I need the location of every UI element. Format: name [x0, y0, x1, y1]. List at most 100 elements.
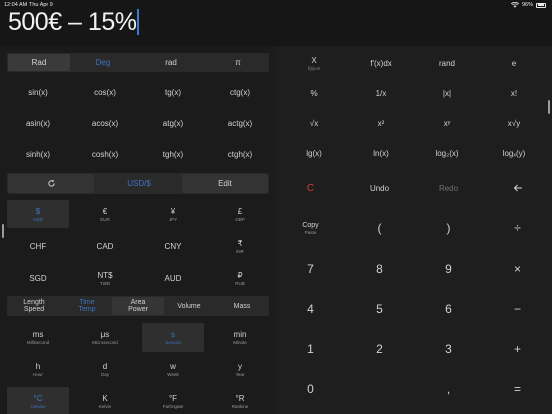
trig-ctgh-x-button[interactable]: ctgh(x) [207, 139, 273, 169]
solve-label: X [311, 55, 317, 65]
currency-aud-button[interactable]: AUD [142, 264, 204, 292]
left-scroll-indicator[interactable] [2, 224, 4, 238]
currency-symbol: AUD [164, 273, 182, 283]
trig-atg-x-button[interactable]: atg(x) [140, 108, 206, 138]
currency-gbp-button[interactable]: £ GBP [209, 200, 271, 228]
edit-button[interactable]: Edit [182, 174, 268, 193]
clear-button[interactable]: C [276, 174, 345, 202]
sci-lg-x-button[interactable]: lg(x) [280, 139, 348, 167]
unit-microsecond-button[interactable]: μs Microsecond [74, 323, 136, 352]
currency-inr-button[interactable]: ₹ INR [209, 232, 271, 260]
trig-actg-x-button[interactable]: actg(x) [207, 108, 273, 138]
digit-5-button[interactable]: 5 [345, 294, 414, 324]
unit-rankine-button[interactable]: °R Rankine [209, 387, 271, 414]
plus-button[interactable]: + [483, 334, 552, 364]
right-scroll-indicator[interactable] [548, 100, 550, 114]
trig-ctg-x-button[interactable]: ctg(x) [207, 77, 273, 107]
integral-button[interactable]: f'(x)dx [347, 49, 415, 77]
unit-second-button[interactable]: s Second [142, 323, 204, 352]
currency-jpy-button[interactable]: ¥ JPY [142, 200, 204, 228]
unit-hour-button[interactable]: h Hour [7, 355, 69, 384]
unit-farhngate-button[interactable]: °F Farhngate [142, 387, 204, 414]
digit-7-button[interactable]: 7 [276, 254, 345, 284]
key-label: 6 [445, 302, 452, 316]
category-volume-tab[interactable]: Volume [163, 297, 215, 315]
unit-year-button[interactable]: y Year [209, 355, 271, 384]
expression-display[interactable]: 500€ – 15% [8, 8, 139, 37]
trig-tgh-x-button[interactable]: tgh(x) [140, 139, 206, 169]
digit-0-button[interactable]: 0 [276, 374, 345, 404]
currency-symbol: $ [35, 206, 41, 216]
trig-cosh-x-button[interactable]: cosh(x) [72, 139, 138, 169]
currency-rub-button[interactable]: ₽ RUB [209, 264, 271, 292]
currency-sgd-button[interactable]: SGD [7, 264, 69, 292]
unit-minute-button[interactable]: min Minute [209, 323, 271, 352]
multiply-button[interactable]: × [483, 254, 552, 284]
category-mass-tab[interactable]: Mass [216, 297, 268, 315]
digit-8-button[interactable]: 8 [345, 254, 414, 284]
pi-button[interactable]: π [207, 54, 269, 71]
close-paren-button[interactable]: ) [414, 214, 483, 242]
digit-9-button[interactable]: 9 [414, 254, 483, 284]
copy-paste-button[interactable]: Copy Paste [276, 214, 345, 242]
trig-tg-x-button[interactable]: tg(x) [140, 77, 206, 107]
euler-e-button[interactable]: e [480, 49, 548, 77]
equals-button[interactable]: = [483, 374, 552, 404]
unit-name: Week [167, 372, 179, 377]
unit-celsius-button[interactable]: °C Celsius [7, 387, 69, 414]
battery-icon [536, 2, 546, 8]
left-panel: Rad Deg rad π sin(x) cos(x) tg(x) ctg(x) asi… [0, 46, 276, 414]
sci-ln-x-button[interactable]: ln(x) [347, 139, 415, 167]
digit-6-button[interactable]: 6 [414, 294, 483, 324]
decimal-comma-button[interactable]: , [414, 374, 483, 404]
sci-x-button[interactable]: x! [480, 79, 548, 107]
currency-chf-button[interactable]: CHF [7, 232, 69, 260]
trig-sinh-x-button[interactable]: sinh(x) [5, 139, 71, 169]
minus-button[interactable]: − [483, 294, 552, 324]
sci-x-button[interactable]: xʸ [413, 109, 481, 137]
digit-3-button[interactable]: 3 [414, 334, 483, 364]
currency-twd-button[interactable]: NT$ TWD [74, 264, 136, 292]
unit-symbol: °C [33, 394, 43, 403]
solve-x-button[interactable]: Xf(x)=0 [280, 49, 348, 77]
redo-button[interactable]: Redo [414, 174, 483, 202]
open-paren-button[interactable]: ( [345, 214, 414, 242]
category-area-tab[interactable]: Area Power [112, 297, 164, 315]
key-label: 2 [376, 342, 383, 356]
category-time-tab[interactable]: Time Temp [61, 297, 113, 315]
currency-cny-button[interactable]: CNY [142, 232, 204, 260]
currency-pair-button[interactable]: USD/$ [96, 174, 182, 193]
unit-millisecond-button[interactable]: ms Millisecond [7, 323, 69, 352]
unit-kelvin-button[interactable]: K Kelvin [74, 387, 136, 414]
unit-day-button[interactable]: d Day [74, 355, 136, 384]
sci-symbol-button[interactable]: % [280, 79, 348, 107]
deg-mode-button[interactable]: Deg [72, 54, 134, 71]
trig-sin-x-button[interactable]: sin(x) [5, 77, 71, 107]
trig-acos-x-button[interactable]: acos(x) [72, 108, 138, 138]
sci-log-x-button[interactable]: log₂(x) [413, 139, 481, 167]
sci-x-button[interactable]: x² [347, 109, 415, 137]
digit-1-button[interactable]: 1 [276, 334, 345, 364]
undo-button[interactable]: Undo [345, 174, 414, 202]
sci-log-y-button[interactable]: logₓ(y) [480, 139, 548, 167]
digit-4-button[interactable]: 4 [276, 294, 345, 324]
digit-2-button[interactable]: 2 [345, 334, 414, 364]
sci-x-button[interactable]: |x| [413, 79, 481, 107]
refresh-rates-button[interactable] [8, 174, 94, 193]
currency-cad-button[interactable]: CAD [74, 232, 136, 260]
currency-usd-button[interactable]: $ USD [7, 200, 69, 228]
sci-1-x-button[interactable]: 1/x [347, 79, 415, 107]
trig-cos-x-button[interactable]: cos(x) [72, 77, 138, 107]
currency-eur-button[interactable]: € EUR [74, 200, 136, 228]
unit-week-button[interactable]: w Week [142, 355, 204, 384]
trig-asin-x-button[interactable]: asin(x) [5, 108, 71, 138]
sci-label: lg(x) [306, 148, 322, 158]
backspace-button[interactable] [483, 174, 552, 202]
sci-x-y-button[interactable]: x√y [480, 109, 548, 137]
divide-button[interactable]: ÷ [483, 214, 552, 242]
rad-function-button[interactable]: rad [140, 54, 202, 71]
rand-button[interactable]: rand [413, 49, 481, 77]
sci-x-button[interactable]: √x [280, 109, 348, 137]
category-length-tab[interactable]: Length Speed [8, 297, 60, 315]
rad-mode-button[interactable]: Rad [8, 54, 70, 71]
